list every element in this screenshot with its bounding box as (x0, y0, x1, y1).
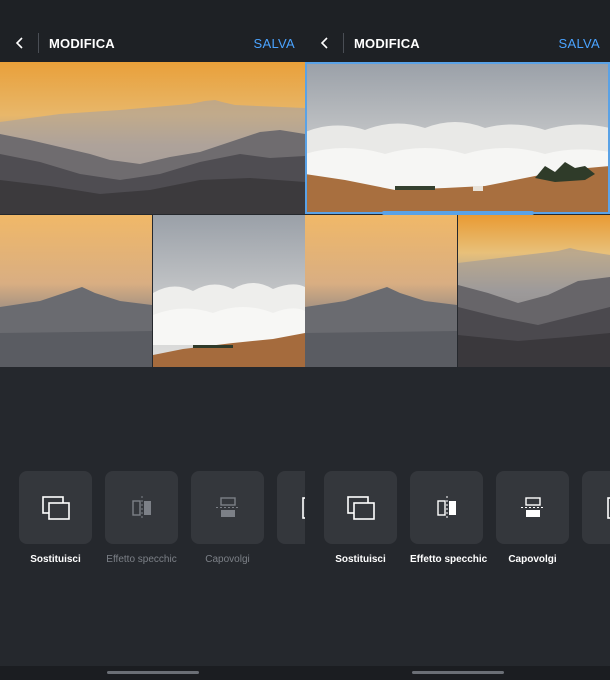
tool-replace[interactable]: Sostituisci (19, 471, 92, 565)
tool-mirror-label: Effetto specchic (106, 554, 177, 565)
tool-mirror[interactable]: Effetto specchic (410, 471, 488, 565)
collage-photo-mountain-range[interactable] (0, 62, 305, 214)
editor-panel-right: MODIFICA SALVA Sostituisci Effetto specc… (305, 0, 610, 680)
tool-replace-label: Sostituisci (335, 554, 386, 565)
navigation-bar (305, 666, 610, 680)
collage-grid (0, 62, 305, 367)
tool-mirror-button[interactable] (105, 471, 178, 544)
back-arrow-icon[interactable] (12, 34, 28, 52)
tool-flip-label: Capovolgi (205, 554, 250, 565)
tool-border-label: B (277, 554, 305, 565)
tool-mirror-label: Effetto specchic (410, 554, 488, 565)
tool-replace-button[interactable] (324, 471, 397, 544)
tools-row: Sostituisci Effetto specchic Capovolgi (19, 471, 305, 571)
tool-border[interactable]: B (277, 471, 305, 565)
page-title: MODIFICA (354, 36, 420, 51)
tool-replace[interactable]: Sostituisci (324, 471, 397, 565)
top-bar: MODIFICA SALVA (305, 24, 610, 62)
collage-photo-peak-sunset[interactable] (0, 215, 152, 367)
tool-flip-button[interactable] (191, 471, 264, 544)
tool-flip[interactable]: Capovolgi (496, 471, 569, 565)
collage-photo-sea-of-clouds-selected[interactable] (305, 62, 610, 214)
tool-border-button[interactable] (582, 471, 610, 544)
tool-border-button[interactable] (277, 471, 305, 544)
tool-mirror-button[interactable] (410, 471, 483, 544)
replace-icon (346, 495, 375, 520)
tool-flip-button[interactable] (496, 471, 569, 544)
back-arrow-icon[interactable] (317, 34, 333, 52)
tool-border-label: E (582, 554, 610, 565)
navigation-bar (0, 666, 305, 680)
tool-mirror[interactable]: Effetto specchic (105, 471, 178, 565)
save-button[interactable]: SALVA (254, 36, 295, 51)
flip-icon (520, 496, 545, 517)
title-divider (343, 33, 344, 53)
editor-panel-left: MODIFICA SALVA Sostituisci Effetto specc… (0, 0, 305, 680)
top-bar: MODIFICA SALVA (0, 24, 305, 62)
home-gesture-handle[interactable] (412, 671, 504, 674)
flip-icon (215, 496, 240, 517)
collage-photo-sea-of-clouds[interactable] (153, 215, 305, 367)
tool-replace-label: Sostituisci (30, 554, 81, 565)
replace-icon (41, 495, 70, 520)
page-title: MODIFICA (49, 36, 115, 51)
tools-row: Sostituisci Effetto specchic Capovolgi (324, 471, 610, 571)
tool-replace-button[interactable] (19, 471, 92, 544)
status-bar (305, 0, 610, 24)
home-gesture-handle[interactable] (107, 671, 199, 674)
collage-photo-peak-sunset[interactable] (305, 215, 457, 367)
border-icon (606, 496, 610, 519)
status-bar (0, 0, 305, 24)
tool-border[interactable]: E (582, 471, 610, 565)
mirror-icon (436, 495, 456, 520)
tool-flip-label: Capovolgi (508, 554, 557, 565)
tool-flip[interactable]: Capovolgi (191, 471, 264, 565)
collage-grid (305, 62, 610, 367)
save-button[interactable]: SALVA (559, 36, 600, 51)
title-divider (38, 33, 39, 53)
mirror-icon (131, 495, 151, 520)
collage-photo-mountain-range[interactable] (458, 215, 610, 367)
